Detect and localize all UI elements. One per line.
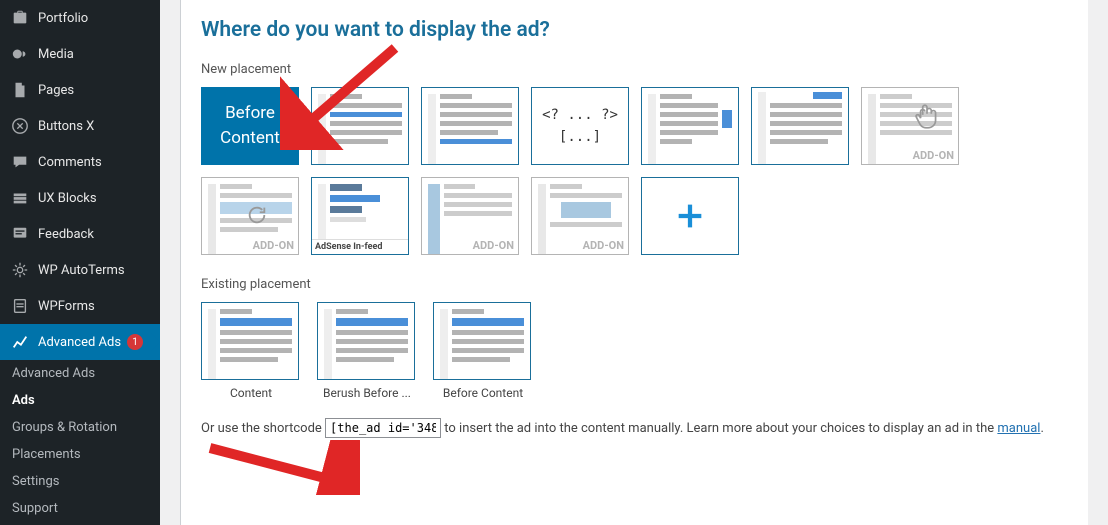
sidebar-label: WP AutoTerms <box>38 263 125 278</box>
placement-adsense-infeed[interactable]: AdSense In-feed <box>311 177 409 255</box>
placement-before-content[interactable]: BeforeContent <box>201 87 299 165</box>
sidebar-item-wpforms[interactable]: WPForms <box>0 288 160 324</box>
placement-refresh-addon[interactable]: ADD-ON <box>201 177 299 255</box>
placement-bgcolor-addon[interactable]: ADD-ON <box>421 177 519 255</box>
sidebar-item-uxblocks[interactable]: UX Blocks <box>0 180 160 216</box>
sidebar-label: Pages <box>38 83 74 98</box>
placement-popup-addon[interactable]: ADD-ON <box>531 177 629 255</box>
placement-custom-position-addon[interactable]: ADD-ON <box>861 87 959 165</box>
submenu-ads[interactable]: Ads <box>0 387 160 414</box>
shortcode-line: Or use the shortcode to insert the ad in… <box>201 418 1068 438</box>
placement-header[interactable] <box>751 87 849 165</box>
placement-manual[interactable]: <? ... ?>[...] <box>531 87 629 165</box>
chart-icon <box>10 332 30 352</box>
existing-placement-label: Existing placement <box>201 277 1068 292</box>
sidebar-item-portfolio[interactable]: Portfolio <box>0 0 160 36</box>
submenu-support[interactable]: Support <box>0 495 160 522</box>
submenu-groups[interactable]: Groups & Rotation <box>0 414 160 441</box>
sidebar-item-advancedads[interactable]: Advanced Ads 1 <box>0 324 160 360</box>
notification-badge: 1 <box>127 334 143 350</box>
sidebar-label: Advanced Ads <box>38 335 121 350</box>
existing-label: Content <box>201 386 301 400</box>
placement-sidebar[interactable] <box>641 87 739 165</box>
sidebar-item-media[interactable]: Media <box>0 36 160 72</box>
briefcase-icon <box>10 8 30 28</box>
existing-placement-grid: Content Berush Before ... Before Content <box>201 302 1068 400</box>
placement-within-content[interactable] <box>311 87 409 165</box>
sidebar-item-pages[interactable]: Pages <box>0 72 160 108</box>
existing-content[interactable] <box>201 302 299 380</box>
sidebar-item-autoterms[interactable]: WP AutoTerms <box>0 252 160 288</box>
new-placement-label: New placement <box>201 62 1068 77</box>
media-icon <box>10 44 30 64</box>
sidebar-item-buttonsx[interactable]: Buttons X <box>0 108 160 144</box>
admin-sidebar: Portfolio Media Pages Buttons X Comments… <box>0 0 160 525</box>
forms-icon <box>10 296 30 316</box>
sidebar-label: Media <box>38 47 74 62</box>
circle-x-icon <box>10 116 30 136</box>
existing-label: Berush Before ... <box>317 386 417 400</box>
shortcode-post: to insert the ad into the content manual… <box>444 421 994 436</box>
blocks-icon <box>10 188 30 208</box>
sidebar-label: Comments <box>38 155 102 170</box>
page-icon <box>10 80 30 100</box>
existing-berush[interactable] <box>317 302 415 380</box>
existing-label: Before Content <box>433 386 533 400</box>
sidebar-label: Buttons X <box>38 119 94 134</box>
panel-heading: Where do you want to display the ad? <box>201 18 1068 42</box>
existing-before-content[interactable] <box>433 302 531 380</box>
placement-after-content[interactable] <box>421 87 519 165</box>
manual-link[interactable]: manual <box>997 421 1040 436</box>
hand-icon <box>914 102 940 136</box>
submenu-settings[interactable]: Settings <box>0 468 160 495</box>
new-placement-grid: BeforeContent <? ... ?>[...] ADD-ON ADD-… <box>201 87 1068 255</box>
sidebar-item-comments[interactable]: Comments <box>0 144 160 180</box>
sidebar-label: UX Blocks <box>38 191 97 206</box>
gear-icon <box>10 260 30 280</box>
sidebar-item-feedback[interactable]: Feedback <box>0 216 160 252</box>
sidebar-label: Portfolio <box>38 11 88 26</box>
main-content: Where do you want to display the ad? New… <box>160 0 1108 525</box>
comment-icon <box>10 152 30 172</box>
feedback-icon <box>10 224 30 244</box>
placement-add-new[interactable] <box>641 177 739 255</box>
sidebar-label: WPForms <box>38 299 95 314</box>
sidebar-label: Feedback <box>38 227 94 242</box>
refresh-icon <box>246 204 268 230</box>
submenu-advancedads[interactable]: Advanced Ads <box>0 360 160 387</box>
submenu-placements[interactable]: Placements <box>0 441 160 468</box>
shortcode-input[interactable] <box>325 418 441 438</box>
placement-panel: Where do you want to display the ad? New… <box>180 0 1088 525</box>
shortcode-pre: Or use the shortcode <box>201 421 322 436</box>
